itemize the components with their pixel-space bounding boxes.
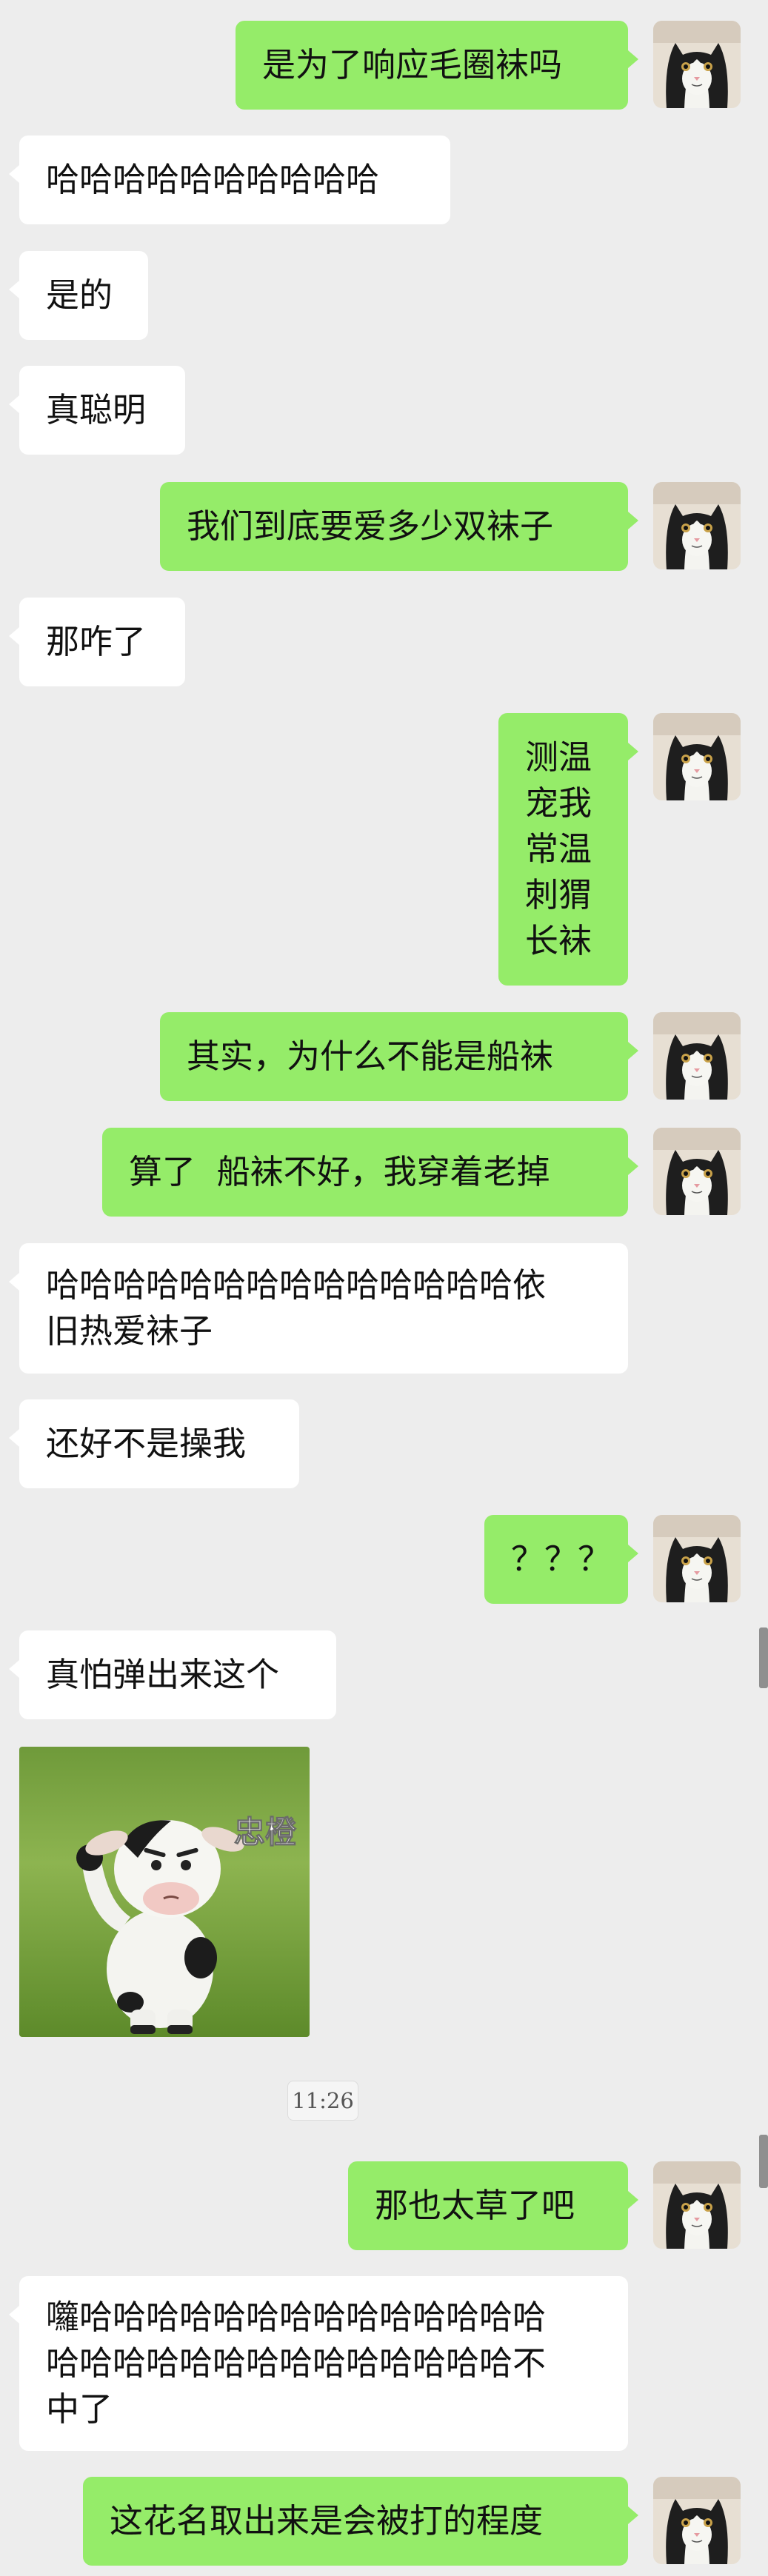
message-bubble[interactable]: 其实，为什么不能是船袜 [160,1012,638,1101]
scrollbar-thumb[interactable] [759,1627,768,1688]
scrollbar-thumb[interactable] [759,2135,768,2188]
sticker-caption: 忠橙 [234,1814,297,1850]
message-bubble[interactable]: 那咋了 [9,598,185,686]
cow-salute-sticker[interactable]: 忠橙 [19,1747,310,2037]
message-bubble[interactable]: 真聪明 [9,366,185,455]
message-bubble[interactable]: 算了 船袜不好，我穿着老掉 [102,1128,638,1217]
cat-avatar-icon[interactable] [653,21,741,108]
cat-avatar-icon[interactable] [653,2161,741,2249]
message-bubble[interactable]: 这花名取出来是会被打的程度 [83,2477,638,2566]
message-bubble[interactable]: 哈哈哈哈哈哈哈哈哈哈 [9,136,450,224]
cat-avatar-icon[interactable] [653,713,741,800]
message-bubble[interactable]: 哈哈哈哈哈哈哈哈哈哈哈哈哈哈依 旧热爱袜子 [9,1243,628,1374]
cat-avatar-icon[interactable] [653,1128,741,1215]
message-bubble[interactable]: 测温 宠我 常温 刺猬 长袜 [498,713,638,986]
cat-avatar-icon[interactable] [653,1515,741,1602]
message-bubble[interactable]: 囖哈哈哈哈哈哈哈哈哈哈哈哈哈哈 哈哈哈哈哈哈哈哈哈哈哈哈哈哈不 中了 [9,2276,628,2451]
cat-avatar-icon[interactable] [653,482,741,569]
message-bubble[interactable]: 那也太草了吧 [348,2161,638,2250]
message-bubble[interactable]: 我们到底要爱多少双袜子 [160,482,638,571]
message-bubble[interactable]: 是的 [9,251,148,340]
message-bubble[interactable]: 还好不是操我 [9,1399,299,1488]
cat-avatar-icon[interactable] [653,1012,741,1100]
cat-avatar-icon[interactable] [653,2477,741,2564]
message-bubble[interactable]: 真怕弹出来这个 [9,1630,336,1719]
message-bubble[interactable]: ？？？ [484,1515,638,1604]
message-bubble[interactable]: 是为了响应毛圈袜吗 [236,21,638,110]
timestamp: 11:26 [287,2081,358,2121]
